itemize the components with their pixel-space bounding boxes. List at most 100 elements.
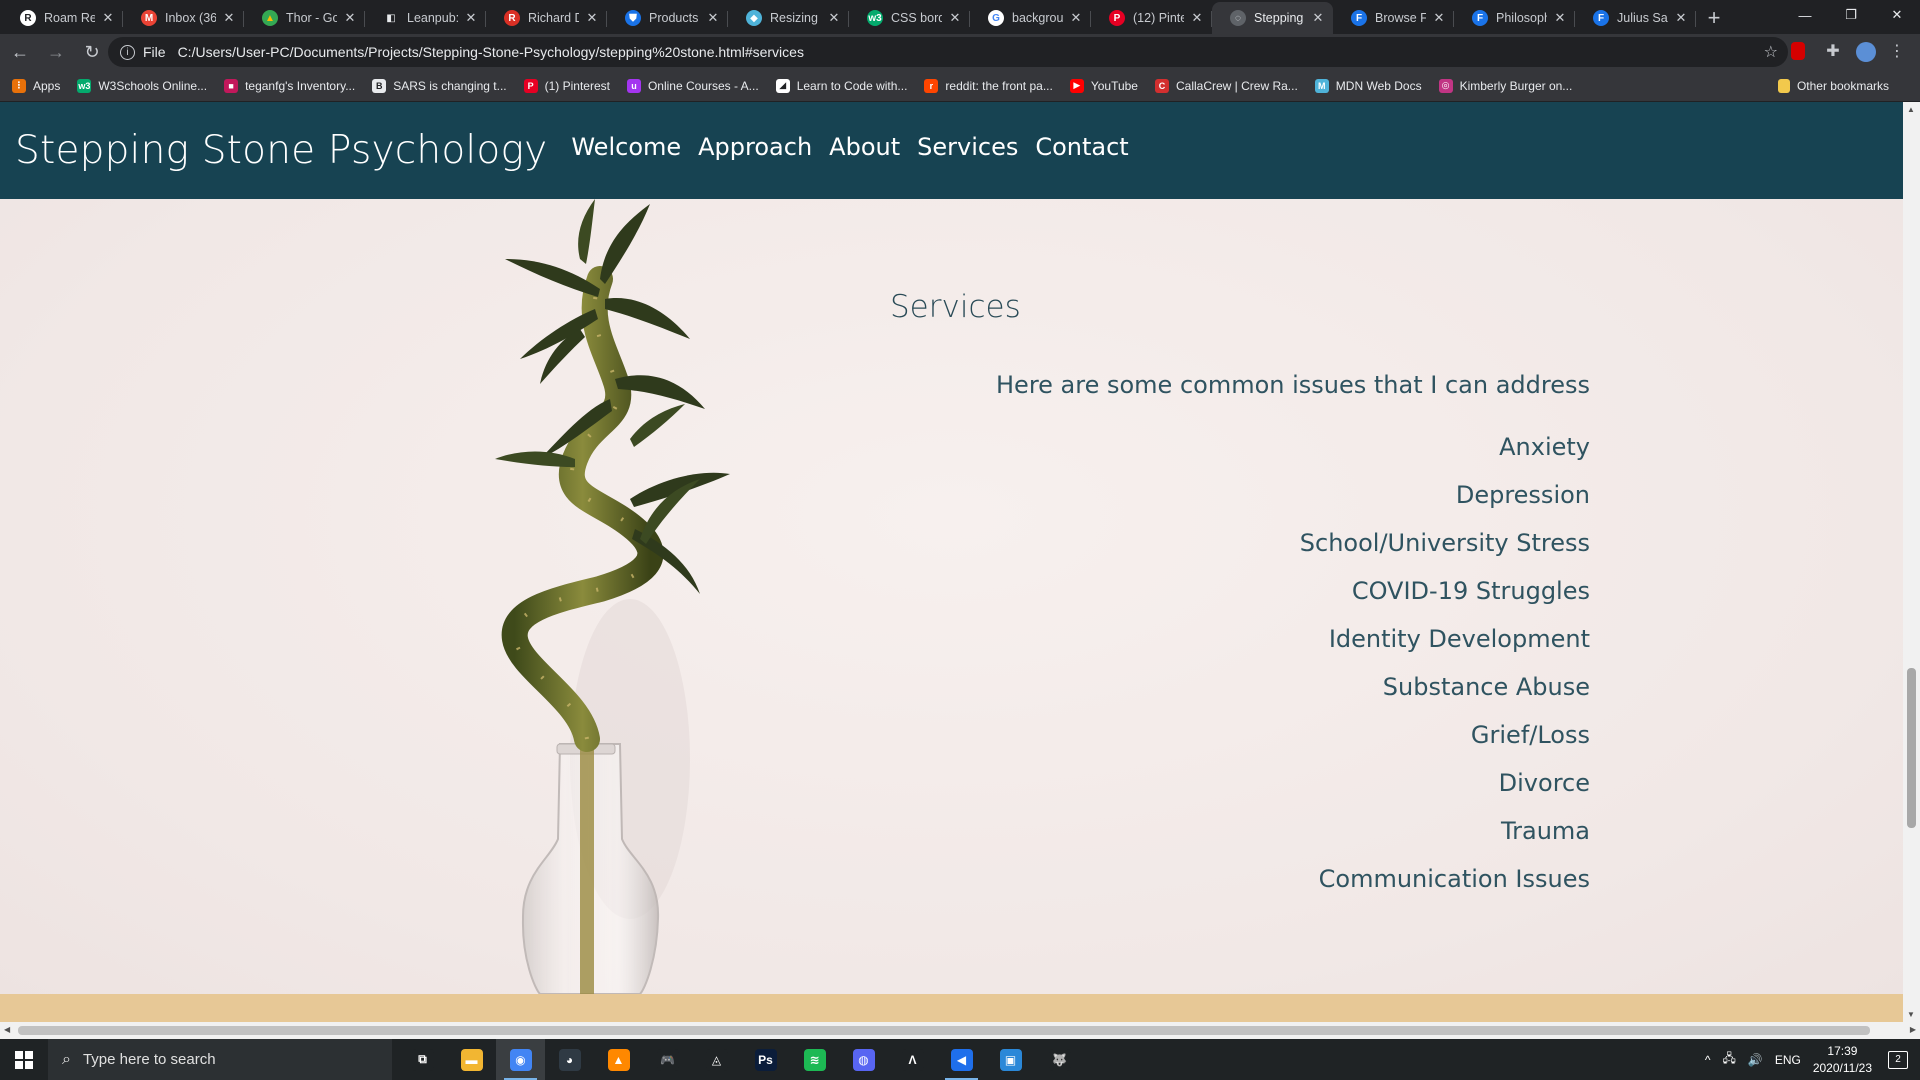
tab-title: Leanpub: I	[407, 11, 458, 25]
tab-close-icon[interactable]: ✕	[464, 10, 478, 26]
bookmark-item[interactable]: ◢ Learn to Code with...	[775, 78, 907, 93]
vertical-scroll-thumb[interactable]	[1907, 668, 1916, 828]
language-indicator[interactable]: ENG	[1775, 1053, 1801, 1067]
bookmark-item[interactable]: C CallaCrew | Crew Ra...	[1154, 78, 1298, 93]
browser-tab[interactable]: ◆ Resizing b ✕	[728, 2, 849, 34]
tab-close-icon[interactable]: ✕	[1553, 10, 1567, 26]
taskbar-app[interactable]: ◍	[839, 1039, 888, 1080]
browser-tab[interactable]: w3 CSS borde ✕	[849, 2, 970, 34]
tab-close-icon[interactable]: ✕	[1432, 10, 1446, 26]
site-info-icon[interactable]: i	[120, 44, 135, 60]
browser-tab[interactable]: P (12) Pinter ✕	[1091, 2, 1212, 34]
tab-close-icon[interactable]: ✕	[1069, 10, 1083, 26]
scroll-right-icon[interactable]: ▶	[1910, 1025, 1916, 1034]
bookmark-star-icon[interactable]: ☆	[1764, 42, 1778, 62]
extensions-puzzle-icon[interactable]: ✚	[1824, 42, 1842, 60]
tab-close-icon[interactable]: ✕	[706, 10, 720, 26]
new-tab-button[interactable]: +	[1696, 2, 1732, 34]
bookmark-item[interactable]: u Online Courses - A...	[626, 78, 759, 93]
nav-link-contact[interactable]: Contact	[1035, 133, 1128, 161]
bookmark-item[interactable]: r reddit: the front pa...	[924, 78, 1053, 93]
network-icon[interactable]: 🖧	[1722, 1049, 1735, 1070]
taskbar-app[interactable]: 🐺	[1035, 1039, 1084, 1080]
tab-close-icon[interactable]: ✕	[585, 10, 599, 26]
horizontal-scroll-thumb[interactable]	[18, 1026, 1870, 1035]
restore-button[interactable]: ❐	[1828, 0, 1874, 30]
taskbar-app[interactable]: ◉	[496, 1039, 545, 1080]
other-bookmarks[interactable]: Other bookmarks	[1777, 78, 1889, 93]
bookmark-item[interactable]: B SARS is changing t...	[372, 78, 507, 93]
nav-link-approach[interactable]: Approach	[698, 133, 812, 161]
bookmark-item[interactable]: ◎ Kimberly Burger on...	[1438, 78, 1572, 93]
taskbar-app[interactable]: ≋	[790, 1039, 839, 1080]
clock[interactable]: 17:39 2020/11/23	[1813, 1043, 1872, 1077]
bookmark-label: YouTube	[1090, 78, 1138, 93]
nav-link-welcome[interactable]: Welcome	[571, 133, 681, 161]
taskbar-app[interactable]: ◬	[692, 1039, 741, 1080]
bookmark-item[interactable]: P (1) Pinterest	[523, 78, 610, 93]
tab-close-icon[interactable]: ✕	[343, 10, 357, 26]
nav-link-services[interactable]: Services	[917, 133, 1018, 161]
extension-red-icon[interactable]	[1791, 42, 1805, 60]
bookmark-item[interactable]: ⋮ Apps	[12, 78, 60, 93]
browser-tab[interactable]: M Inbox (362 ✕	[123, 2, 244, 34]
browser-tab[interactable]: ◌ Stepping S ✕	[1212, 2, 1333, 34]
taskbar-app[interactable]: ◕	[545, 1039, 594, 1080]
nav-link-about[interactable]: About	[829, 133, 900, 161]
taskbar-app[interactable]: 🎮	[643, 1039, 692, 1080]
browser-tab[interactable]: R Richard D. ✕	[486, 2, 607, 34]
bookmark-item[interactable]: ▶ YouTube	[1069, 78, 1138, 93]
tab-close-icon[interactable]: ✕	[1311, 10, 1325, 26]
horizontal-scrollbar[interactable]: ◀ ▶	[0, 1022, 1920, 1039]
taskbar-app[interactable]: ▬	[447, 1039, 496, 1080]
tab-close-icon[interactable]: ✕	[101, 10, 115, 26]
browser-tab[interactable]: R Roam Rese ✕	[2, 2, 123, 34]
browser-tab[interactable]: ◧ Leanpub: I ✕	[365, 2, 486, 34]
tab-close-icon[interactable]: ✕	[222, 10, 236, 26]
other-bookmarks-label: Other bookmarks	[1796, 78, 1889, 93]
profile-avatar-icon[interactable]	[1856, 42, 1876, 62]
start-button[interactable]	[0, 1039, 48, 1080]
vertical-scrollbar[interactable]: ▲ ▼	[1903, 102, 1920, 1022]
bookmark-item[interactable]: w3 W3Schools Online...	[77, 78, 207, 93]
taskbar-app[interactable]: ⧉	[398, 1039, 447, 1080]
taskbar-app[interactable]: ◀	[937, 1039, 986, 1080]
scroll-up-icon[interactable]: ▲	[1907, 105, 1915, 114]
back-button[interactable]: ←	[4, 36, 36, 68]
taskbar-app[interactable]: ▣	[986, 1039, 1035, 1080]
reload-button[interactable]: ↻	[76, 36, 108, 68]
browser-tab[interactable]: Gbackgroun ✕	[970, 2, 1091, 34]
url-text[interactable]: C:/Users/User-PC/Documents/Projects/Step…	[178, 44, 804, 60]
taskbar-app[interactable]: Λ	[888, 1039, 937, 1080]
taskbar-app[interactable]: ▲	[594, 1039, 643, 1080]
taskbar-app[interactable]: Ps	[741, 1039, 790, 1080]
taskbar-search[interactable]: ⌕ Type here to search	[48, 1039, 392, 1080]
bookmark-item[interactable]: ■ teganfg's Inventory...	[224, 78, 355, 93]
tab-close-icon[interactable]: ✕	[948, 10, 962, 26]
browser-tab[interactable]: F Philosophe ✕	[1454, 2, 1575, 34]
system-tray: ^ 🖧 🔊 ENG 17:39 2020/11/23 2	[1705, 1039, 1920, 1080]
scroll-down-icon[interactable]: ▼	[1907, 1010, 1915, 1019]
browser-tab[interactable]: ⛊ Products o ✕	[607, 2, 728, 34]
tab-close-icon[interactable]: ✕	[1674, 10, 1688, 26]
browser-tab[interactable]: ▲ Thor - Goo ✕	[244, 2, 365, 34]
tray-chevron-icon[interactable]: ^	[1705, 1053, 1711, 1067]
close-window-button[interactable]: ✕	[1874, 0, 1920, 30]
photoshop-icon: Ps	[754, 1048, 777, 1071]
tab-favicon-icon: w3	[867, 10, 883, 26]
minimize-button[interactable]: —	[1782, 0, 1828, 30]
site-title[interactable]: Stepping Stone Psychology	[15, 128, 547, 173]
tab-close-icon[interactable]: ✕	[1190, 10, 1204, 26]
forward-button[interactable]: →	[40, 36, 72, 68]
bookmark-item[interactable]: M MDN Web Docs	[1314, 78, 1422, 93]
volume-icon[interactable]: 🔊	[1748, 1053, 1763, 1067]
taskbar-search-placeholder: Type here to search	[82, 1051, 216, 1068]
browser-menu-icon[interactable]: ⋮	[1888, 42, 1906, 60]
scroll-left-icon[interactable]: ◀	[4, 1025, 10, 1034]
tab-close-icon[interactable]: ✕	[827, 10, 841, 26]
tab-favicon-icon: M	[141, 10, 157, 26]
notifications-icon[interactable]: 2	[1888, 1050, 1908, 1069]
browser-tab[interactable]: F Julius Sans ✕	[1575, 2, 1696, 34]
address-bar[interactable]: i File C:/Users/User-PC/Documents/Projec…	[108, 37, 1788, 67]
browser-tab[interactable]: F Browse Fo ✕	[1333, 2, 1454, 34]
